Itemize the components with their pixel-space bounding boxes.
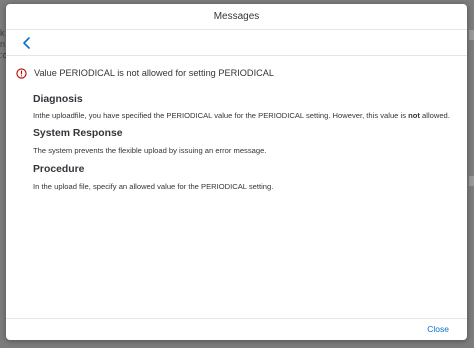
section-text-procedure: In the upload file, specify an allowed v… xyxy=(33,182,274,191)
message-header: Value PERIODICAL is not allowed for sett… xyxy=(6,66,467,80)
back-chevron-icon xyxy=(23,36,30,49)
background-edge-bar xyxy=(469,176,474,186)
message-title: Value PERIODICAL is not allowed for sett… xyxy=(34,68,274,78)
background-edge-right xyxy=(468,30,474,190)
section-heading-procedure: Procedure xyxy=(33,164,85,175)
dialog-footer: Close xyxy=(6,318,467,340)
background-edge-bar xyxy=(469,30,474,40)
message-details: Value PERIODICAL is not allowed for sett… xyxy=(6,56,467,193)
back-button[interactable] xyxy=(18,34,36,52)
section-text-system-response: The system prevents the flexible upload … xyxy=(33,146,267,155)
dialog-title-bar: Messages xyxy=(6,4,467,30)
diagnosis-text-part: allowed. xyxy=(419,111,450,120)
section-heading-system-response: System Response xyxy=(33,128,123,139)
dialog-nav-bar xyxy=(6,30,467,56)
section-heading-diagnosis: Diagnosis xyxy=(33,94,83,105)
close-button[interactable]: Close xyxy=(425,323,451,335)
diagnosis-text-bold: not xyxy=(408,111,420,120)
diagnosis-text-part: Inthe uploadfile, you have specified the… xyxy=(33,111,409,120)
section-text-diagnosis: Inthe uploadfile, you have specified the… xyxy=(33,110,453,122)
messages-dialog: Messages Value PERIODICAL is not allowed… xyxy=(6,4,467,340)
error-circle-icon xyxy=(15,67,27,79)
dialog-title: Messages xyxy=(213,11,260,22)
